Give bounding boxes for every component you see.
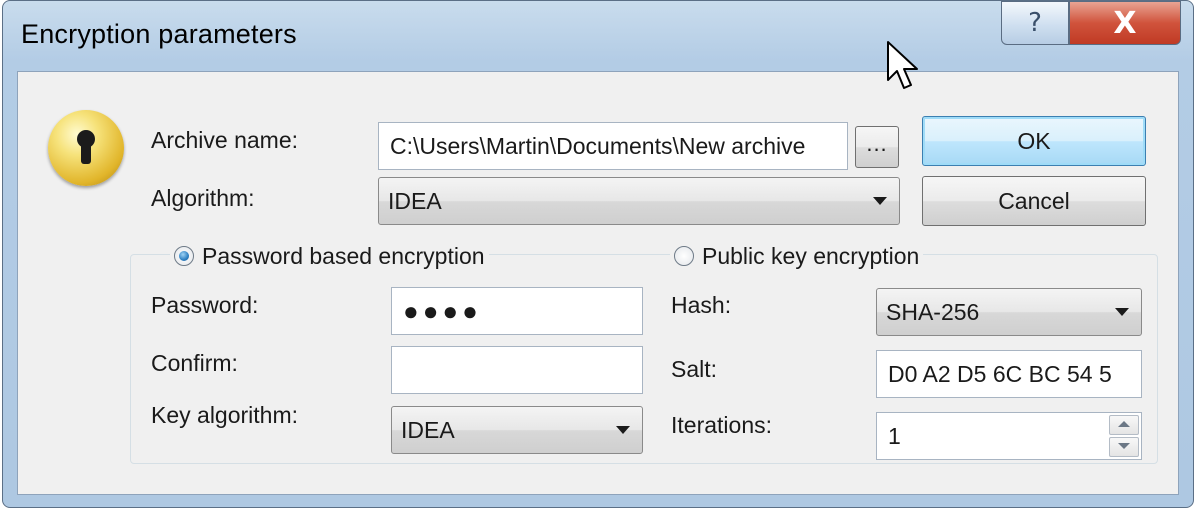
- iterations-stepper[interactable]: 1: [876, 412, 1142, 460]
- archive-name-field[interactable]: C:\Users\Martin\Documents\New archive: [378, 122, 848, 170]
- chevron-down-icon: [1115, 308, 1129, 316]
- iterations-label: Iterations:: [671, 412, 772, 438]
- dialog-body: Archive name: C:\Users\Martin\Documents\…: [17, 71, 1179, 495]
- hash-dropdown[interactable]: SHA-256: [876, 288, 1142, 336]
- close-button[interactable]: X: [1069, 1, 1181, 45]
- browse-button[interactable]: ...: [855, 126, 899, 168]
- password-based-label: Password based encryption: [202, 242, 485, 269]
- archive-name-label: Archive name:: [151, 127, 299, 153]
- algorithm-label: Algorithm:: [151, 185, 255, 211]
- lock-icon: [48, 110, 124, 186]
- key-algorithm-label: Key algorithm:: [151, 402, 299, 428]
- ok-button[interactable]: OK: [922, 116, 1146, 166]
- algorithm-dropdown[interactable]: IDEA: [378, 177, 900, 225]
- password-based-radio[interactable]: [174, 246, 194, 266]
- confirm-label: Confirm:: [151, 350, 238, 376]
- spin-down-icon[interactable]: [1109, 437, 1139, 457]
- salt-field[interactable]: D0 A2 D5 6C BC 54 5: [876, 350, 1142, 398]
- help-button[interactable]: ?: [1001, 1, 1069, 45]
- encryption-parameters-dialog: Encryption parameters ? X Archive name: …: [2, 0, 1194, 508]
- public-key-radio[interactable]: [674, 246, 694, 266]
- key-algorithm-dropdown[interactable]: IDEA: [391, 406, 643, 454]
- public-key-label: Public key encryption: [702, 242, 920, 269]
- help-icon: ?: [1028, 8, 1042, 38]
- close-icon: X: [1113, 5, 1137, 41]
- iterations-value: 1: [888, 422, 901, 449]
- key-algorithm-value: IDEA: [401, 416, 455, 443]
- public-key-encryption-option[interactable]: Public key encryption: [670, 242, 924, 270]
- iterations-spin-buttons: [1109, 415, 1139, 457]
- salt-label: Salt:: [671, 356, 718, 382]
- title-bar[interactable]: Encryption parameters ? X: [3, 1, 1193, 71]
- mouse-pointer-icon: [887, 41, 918, 89]
- hash-value: SHA-256: [886, 298, 980, 325]
- password-based-encryption-option[interactable]: Password based encryption: [170, 242, 489, 270]
- keyhole-bottom: [81, 142, 91, 164]
- window-title: Encryption parameters: [21, 19, 297, 49]
- algorithm-value: IDEA: [388, 187, 442, 214]
- spin-up-icon[interactable]: [1109, 415, 1139, 435]
- password-label: Password:: [151, 292, 259, 318]
- chevron-down-icon: [616, 426, 630, 434]
- chevron-down-icon: [873, 197, 887, 205]
- password-field[interactable]: ●●●●: [391, 287, 643, 335]
- hash-label: Hash:: [671, 292, 732, 318]
- cancel-button[interactable]: Cancel: [922, 176, 1146, 226]
- confirm-field[interactable]: [391, 346, 643, 394]
